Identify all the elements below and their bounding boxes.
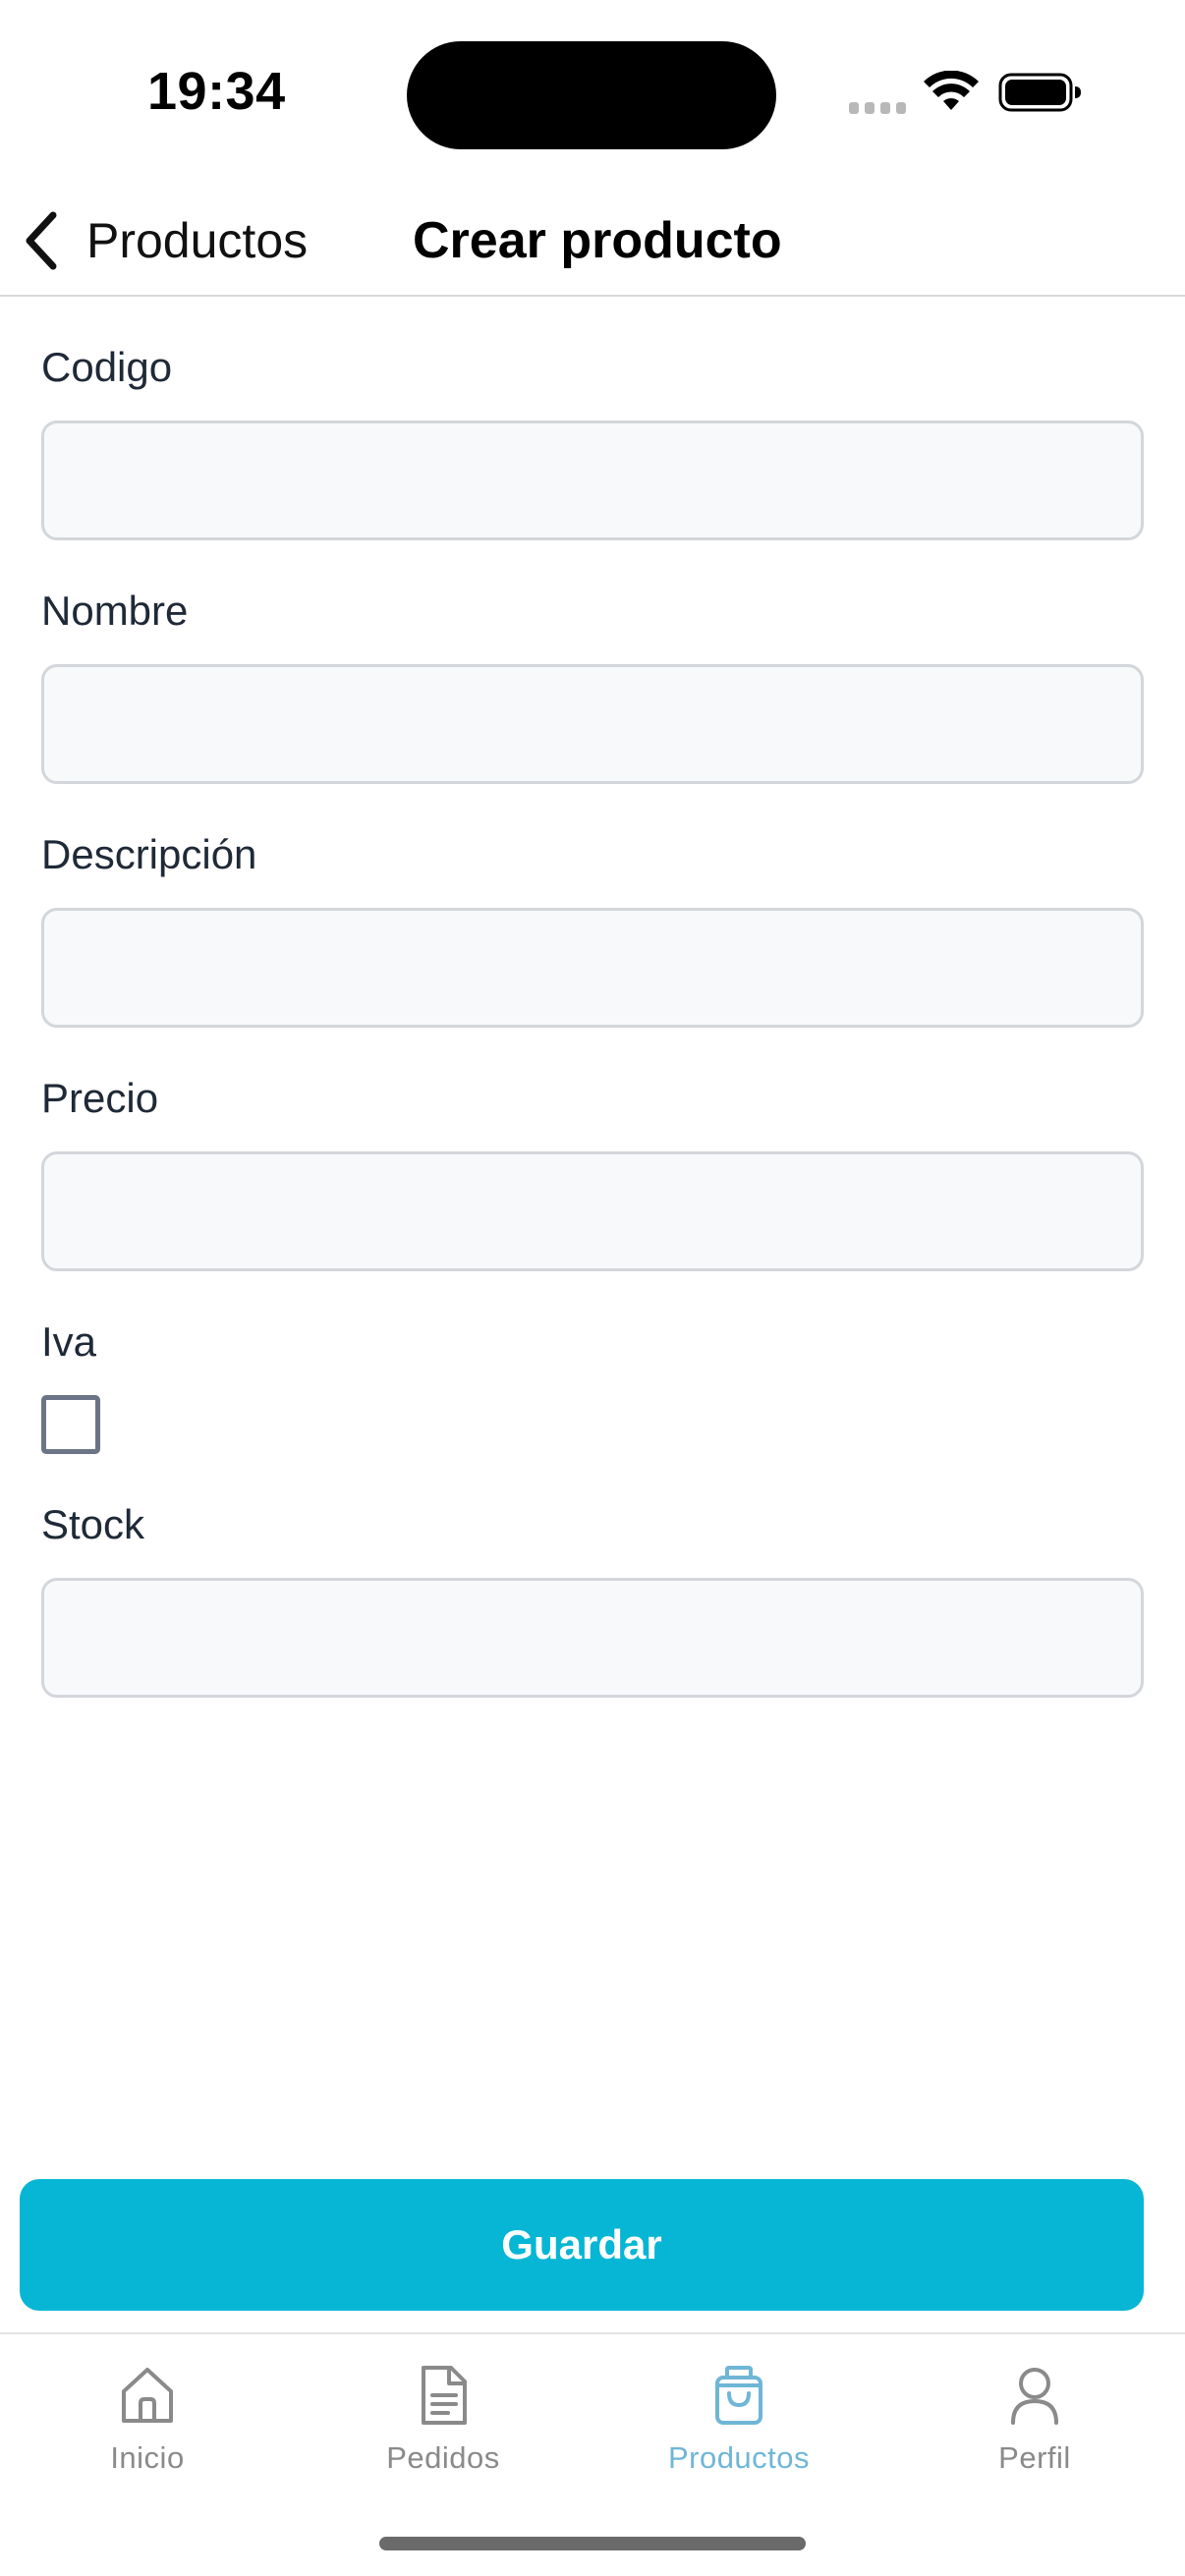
status-bar: 19:34: [0, 0, 1185, 187]
battery-icon: [998, 73, 1081, 112]
tab-productos-label: Productos: [667, 2440, 811, 2475]
status-time: 19:34: [147, 62, 286, 121]
nombre-field[interactable]: [41, 664, 1144, 784]
codigo-field[interactable]: [41, 420, 1144, 540]
tab-productos[interactable]: Productos: [641, 2364, 837, 2511]
precio-field[interactable]: [41, 1151, 1144, 1271]
descripcion-label: Descripción: [41, 831, 257, 877]
tab-perfil[interactable]: Perfil: [936, 2364, 1133, 2511]
stock-field[interactable]: [41, 1578, 1144, 1698]
tab-perfil-label: Perfil: [998, 2440, 1071, 2475]
iva-label: Iva: [41, 1318, 97, 1365]
tab-inicio[interactable]: Inicio: [49, 2364, 246, 2511]
create-product-screen: 19:34 Productos Crear producto Codigo No…: [0, 0, 1185, 2576]
precio-label: Precio: [41, 1075, 159, 1121]
descripcion-field[interactable]: [41, 908, 1144, 1028]
cellular-signal-icon: [849, 102, 906, 114]
user-icon: [1011, 2368, 1058, 2425]
codigo-label: Codigo: [41, 344, 173, 390]
dynamic-island: [407, 41, 776, 149]
navigation-bar: Productos Crear producto: [0, 187, 1185, 297]
save-button[interactable]: Guardar: [20, 2179, 1144, 2311]
stock-label: Stock: [41, 1501, 145, 1547]
home-indicator[interactable]: [379, 2537, 806, 2550]
document-icon: [422, 2366, 467, 2425]
tab-pedidos[interactable]: Pedidos: [345, 2364, 541, 2511]
back-button[interactable]: Productos: [18, 196, 332, 285]
home-icon: [122, 2368, 173, 2423]
back-label: Productos: [86, 213, 309, 268]
tab-pedidos-label: Pedidos: [386, 2440, 500, 2475]
nombre-label: Nombre: [41, 588, 189, 634]
chevron-left-icon: [26, 211, 57, 270]
shopping-bag-icon: [715, 2366, 762, 2425]
tab-inicio-label: Inicio: [110, 2440, 185, 2475]
wifi-icon: [924, 71, 979, 110]
page-title: Crear producto: [413, 212, 782, 269]
iva-checkbox[interactable]: [41, 1395, 100, 1454]
